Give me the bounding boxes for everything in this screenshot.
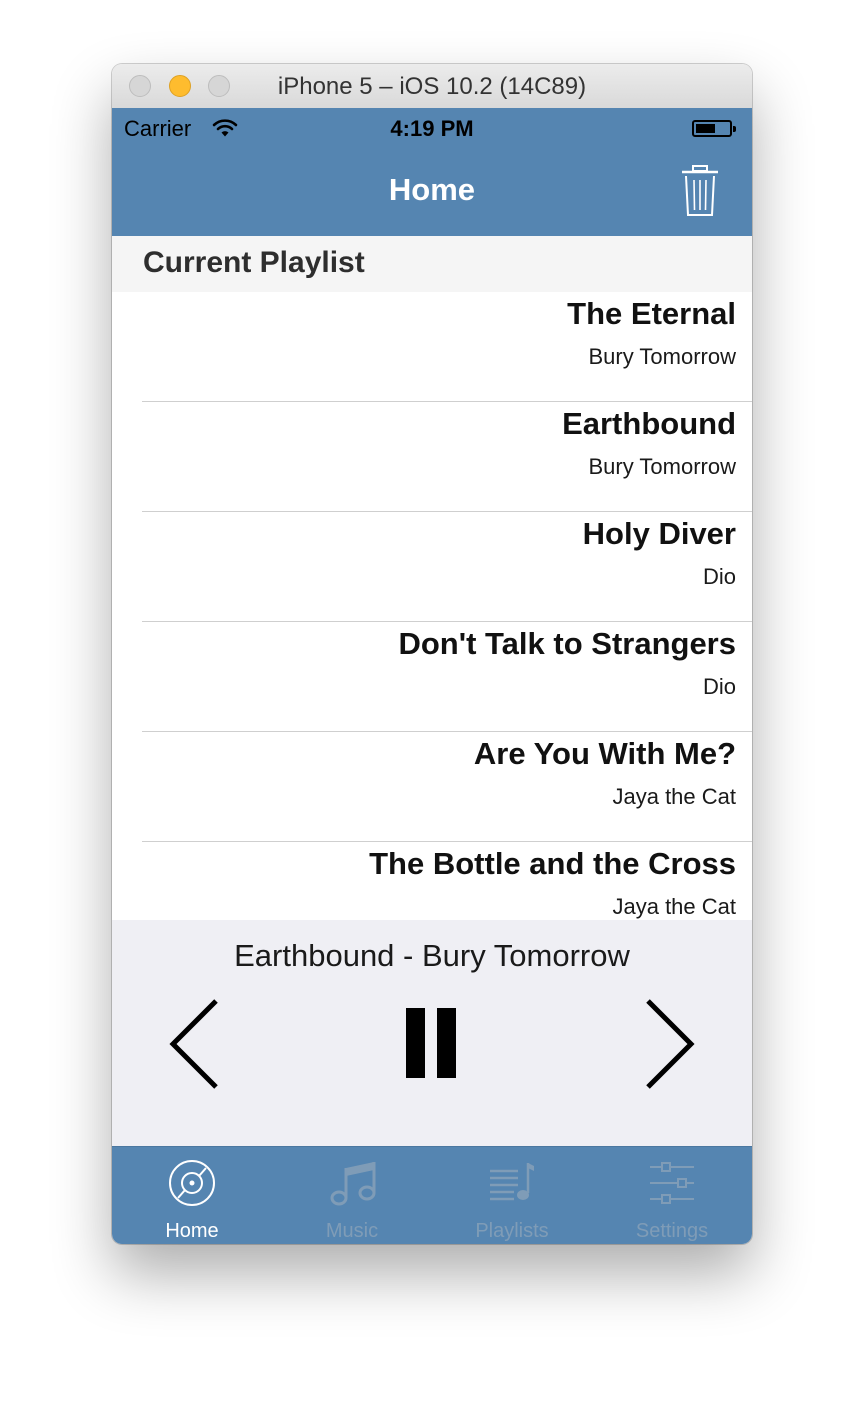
tab-music[interactable]: Music (272, 1147, 432, 1244)
navigation-bar: Home (112, 148, 752, 236)
song-title: The Eternal (567, 296, 736, 331)
tab-playlists[interactable]: Playlists (432, 1147, 592, 1244)
pause-icon[interactable] (404, 1008, 460, 1078)
playlist-list[interactable]: The Eternal Bury Tomorrow Earthbound Bur… (112, 292, 752, 920)
status-bar: Carrier 4:19 PM (112, 108, 752, 148)
simulator-window: iPhone 5 – iOS 10.2 (14C89) Carrier 4:19… (112, 64, 752, 1244)
tab-label: Settings (635, 1220, 709, 1242)
list-item[interactable]: Don't Talk to Strangers Dio (112, 622, 752, 732)
player-panel: Earthbound - Bury Tomorrow (112, 920, 752, 1146)
song-title: Holy Diver (582, 516, 736, 551)
music-note-icon (330, 1162, 376, 1206)
playlist-icon (490, 1163, 534, 1201)
tab-label: Playlists (475, 1220, 549, 1242)
song-artist: Bury Tomorrow (588, 344, 736, 369)
list-item[interactable]: The Bottle and the Cross Jaya the Cat (112, 842, 752, 920)
list-item[interactable]: Holy Diver Dio (112, 512, 752, 622)
tab-bar: Home Music Playlists Settings (112, 1146, 752, 1244)
song-artist: Jaya the Cat (612, 784, 736, 809)
song-artist: Jaya the Cat (612, 894, 736, 919)
sliders-icon (650, 1162, 694, 1204)
song-title: Don't Talk to Strangers (398, 626, 736, 661)
song-artist: Bury Tomorrow (588, 454, 736, 479)
song-title: Earthbound (562, 406, 736, 441)
previous-track-icon[interactable] (168, 998, 220, 1090)
playlist-section-header: Current Playlist (112, 236, 752, 292)
list-item[interactable]: Earthbound Bury Tomorrow (112, 402, 752, 512)
window-titlebar: iPhone 5 – iOS 10.2 (14C89) (112, 64, 752, 109)
device-screen: Carrier 4:19 PM Home Current Playlist Th… (112, 108, 752, 1244)
tab-home[interactable]: Home (112, 1147, 272, 1244)
song-title: The Bottle and the Cross (369, 846, 736, 881)
now-playing-label: Earthbound - Bury Tomorrow (234, 938, 630, 973)
song-artist: Dio (702, 674, 736, 699)
status-time: 4:19 PM (390, 116, 474, 141)
list-item[interactable]: Are You With Me? Jaya the Cat (112, 732, 752, 842)
page-title: Home (388, 172, 476, 207)
tab-label: Home (165, 1220, 219, 1242)
trash-icon[interactable] (679, 164, 721, 218)
battery-icon (692, 120, 736, 137)
song-artist: Dio (702, 564, 736, 589)
song-title: Are You With Me? (473, 736, 736, 771)
window-title: iPhone 5 – iOS 10.2 (14C89) (277, 73, 587, 100)
disc-icon (169, 1160, 215, 1206)
tab-settings[interactable]: Settings (592, 1147, 752, 1244)
tab-label: Music (325, 1220, 379, 1242)
list-item[interactable]: The Eternal Bury Tomorrow (112, 292, 752, 402)
section-title: Current Playlist (143, 246, 365, 279)
next-track-icon[interactable] (644, 998, 696, 1090)
